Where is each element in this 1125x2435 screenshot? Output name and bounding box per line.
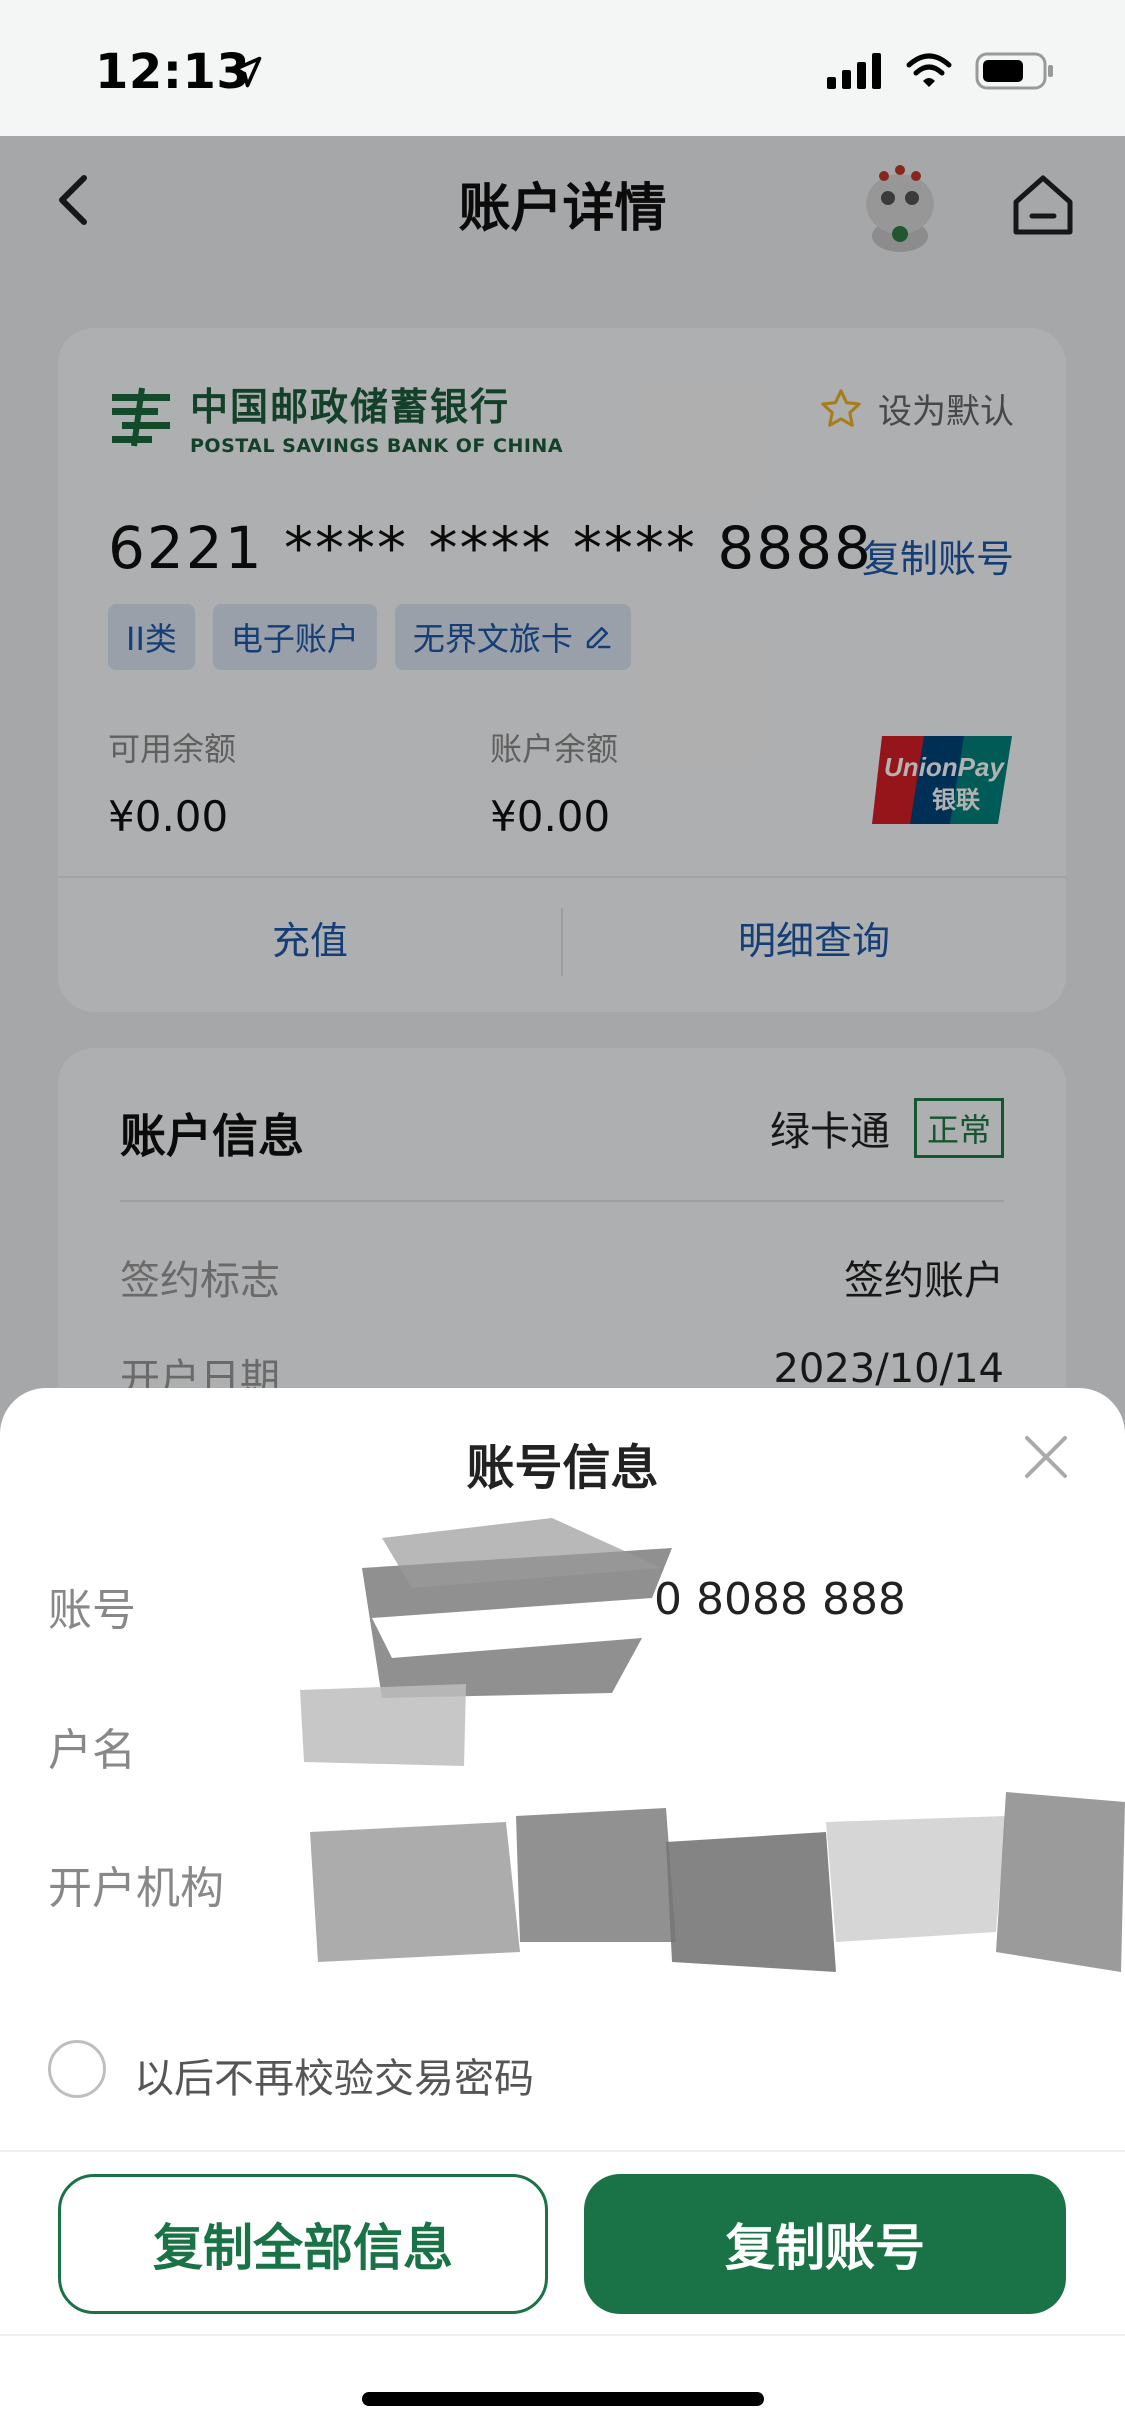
status-icons [827,52,1055,90]
close-icon[interactable] [1021,1432,1071,1482]
sheet-title: 账号信息 [466,1440,659,1496]
status-time: 12:13 [95,44,251,100]
copy-all-button[interactable]: 复制全部信息 [58,2174,548,2314]
branch-label: 开户机构 [48,1863,224,1914]
wifi-icon [906,53,952,87]
redaction-scribble [300,1684,466,1766]
no-password-checkbox[interactable] [48,2040,106,2098]
account-number-value: 0 8088 888 [654,1574,906,1625]
account-number-label: 账号 [48,1585,136,1636]
copy-account-button[interactable]: 复制账号 [584,2174,1066,2314]
divider [0,2150,1125,2152]
account-info-sheet: 账号信息 账号 0 8088 888 户名 开户机构 以后不再校验交易密码 复制… [0,1388,1125,2435]
account-name-label: 户名 [48,1725,136,1776]
no-password-label: 以后不再校验交易密码 [134,2056,534,2102]
location-arrow-icon [230,56,262,88]
battery-icon [975,52,1053,90]
status-bar: 12:13 [0,0,1125,136]
home-indicator[interactable] [362,2392,764,2406]
redaction-scribble [362,1518,672,1698]
redaction-scribble [310,1792,1125,1972]
divider [0,2334,1125,2336]
signal-icon [827,53,881,89]
